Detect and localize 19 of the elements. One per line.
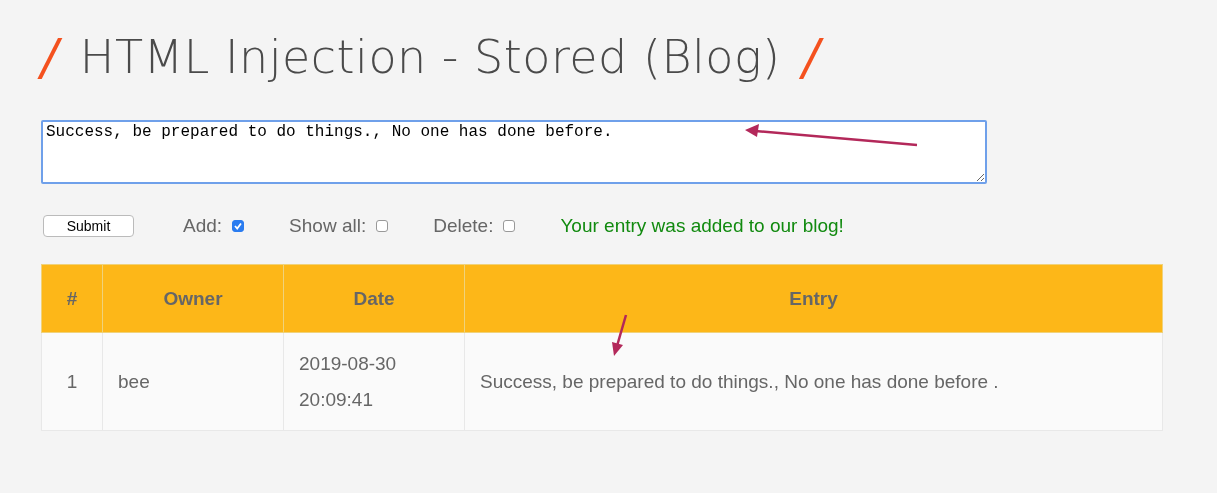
option-label: Add:: [183, 215, 223, 237]
column-header: #: [41, 264, 103, 333]
checkbox[interactable]: [232, 220, 245, 232]
column-header: Date: [283, 264, 465, 333]
page-title: HTML Injection - Stored (Blog): [79, 30, 781, 84]
table-cell: bee: [102, 332, 284, 431]
column-header: Owner: [102, 264, 284, 333]
column-header: Entry: [464, 264, 1163, 333]
option-label: Delete:: [433, 215, 494, 237]
submit-button[interactable]: Submit: [43, 215, 134, 237]
table-cell: 2019-08-30 20:09:41: [283, 332, 465, 431]
checkbox[interactable]: [376, 220, 389, 232]
annotation-arrow: [609, 314, 629, 358]
checkbox[interactable]: [503, 220, 516, 232]
table-cell: 1: [41, 332, 103, 431]
entry-field[interactable]: Success, be prepared to do things., No one has done before.: [41, 120, 987, 184]
table-cell: Success, be prepared to do things., No one has done before .: [464, 332, 1163, 431]
option-label: Show all:: [289, 215, 367, 237]
status-message: Your entry was added to our blog!: [560, 215, 844, 237]
